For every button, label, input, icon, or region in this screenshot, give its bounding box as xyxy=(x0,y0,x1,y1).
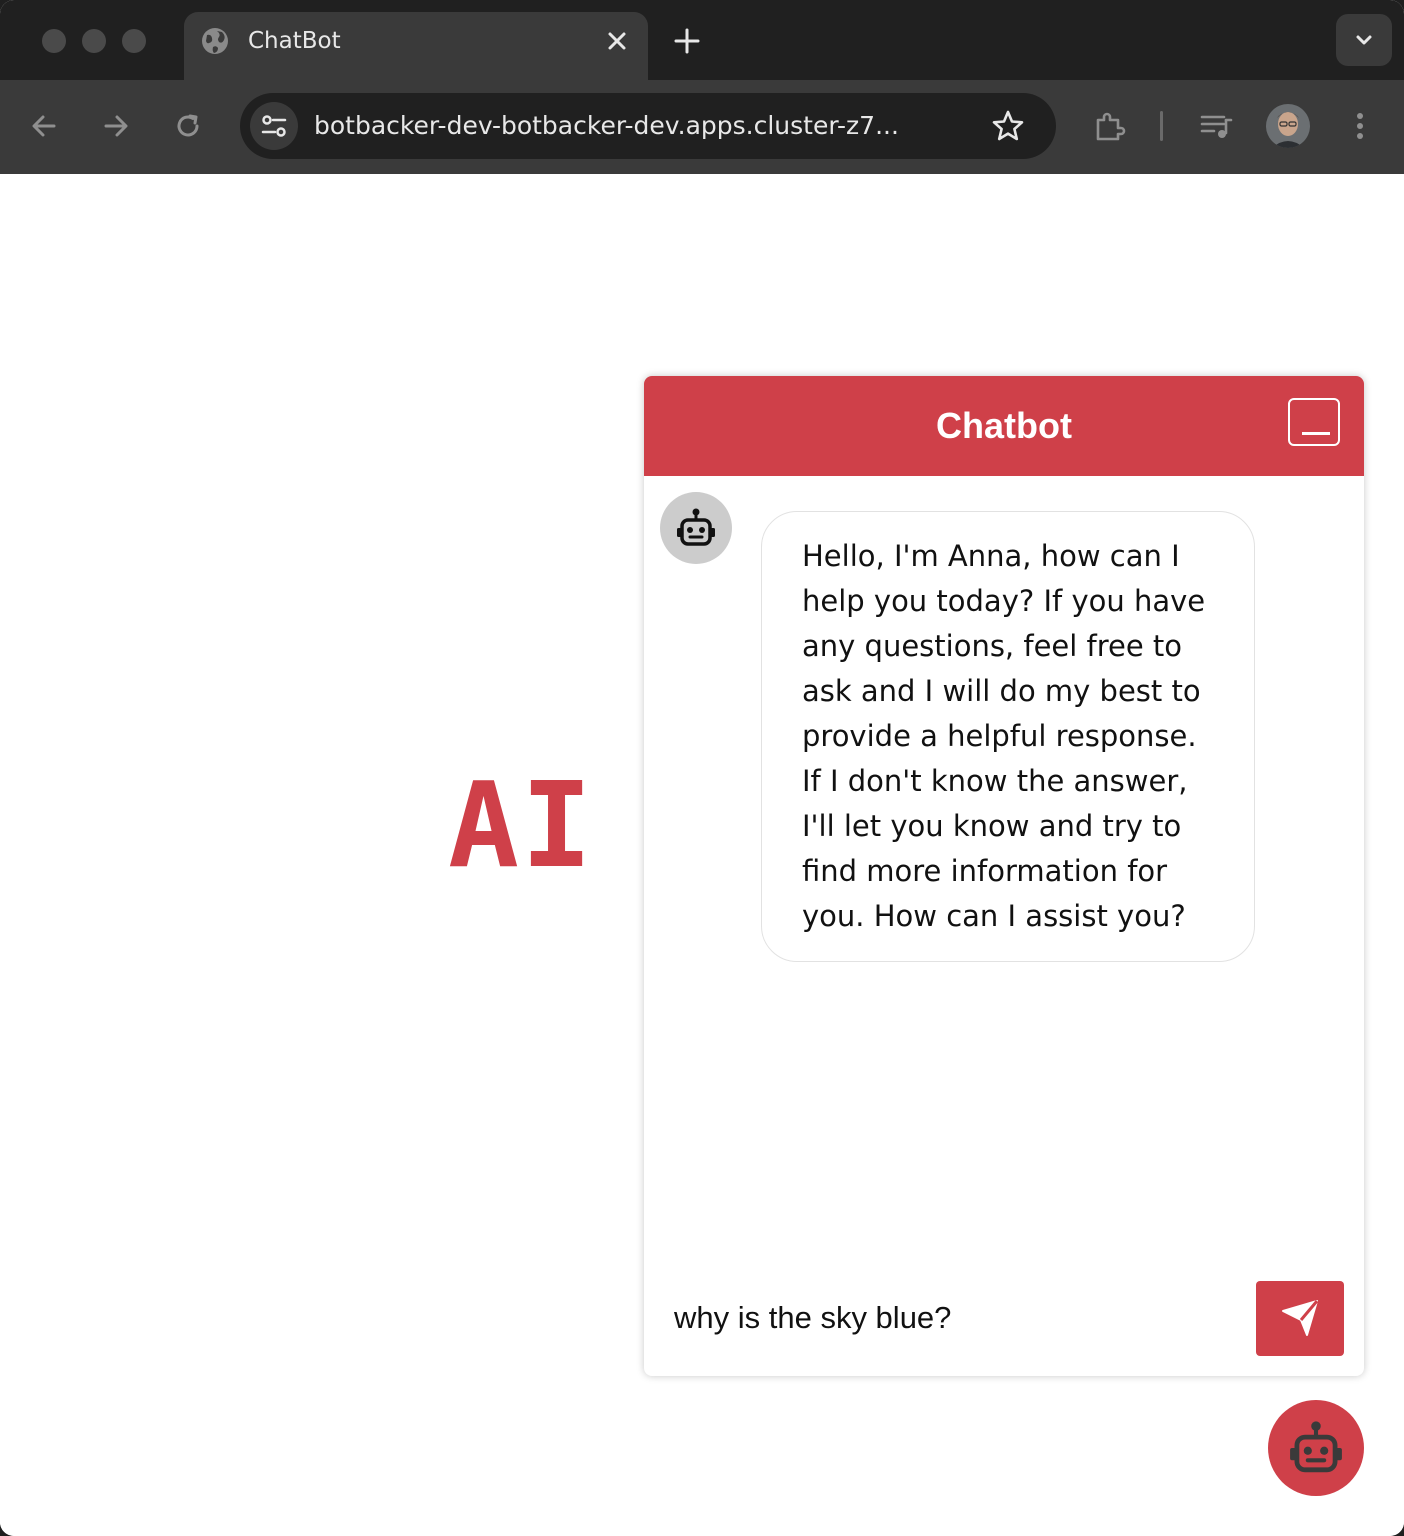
chat-header: Chatbot xyxy=(644,376,1364,476)
chat-input-row xyxy=(644,1276,1364,1376)
close-icon[interactable] xyxy=(602,26,632,56)
puzzle-icon[interactable] xyxy=(1092,108,1128,144)
window-minimize-dot[interactable] xyxy=(82,29,106,53)
chatbot-toggle-button[interactable] xyxy=(1268,1400,1364,1496)
browser-window: ChatBot botbacker-dev-botbacker-dev.apps… xyxy=(0,0,1404,1536)
toolbar-divider xyxy=(1160,111,1163,141)
bot-message-bubble: Hello, I'm Anna, how can I help you toda… xyxy=(761,511,1255,962)
arrow-right-icon[interactable] xyxy=(98,108,134,144)
playlist-icon[interactable] xyxy=(1198,108,1234,144)
address-bar[interactable]: botbacker-dev-botbacker-dev.apps.cluster… xyxy=(240,93,1056,159)
kebab-menu-icon[interactable] xyxy=(1342,108,1378,144)
globe-icon xyxy=(202,28,228,54)
browser-tab[interactable]: ChatBot xyxy=(184,12,648,80)
window-zoom-dot[interactable] xyxy=(122,29,146,53)
arrow-left-icon[interactable] xyxy=(26,108,62,144)
profile-avatar[interactable] xyxy=(1266,104,1310,148)
minimize-button[interactable] xyxy=(1288,398,1340,446)
tab-title: ChatBot xyxy=(248,28,341,54)
chat-input[interactable] xyxy=(674,1296,1234,1340)
browser-toolbar: botbacker-dev-botbacker-dev.apps.cluster… xyxy=(0,80,1404,175)
robot-icon xyxy=(1290,1421,1342,1473)
minimize-icon xyxy=(1302,432,1330,435)
avatar-image xyxy=(1266,104,1310,148)
tune-icon xyxy=(261,115,287,137)
send-icon xyxy=(1282,1300,1319,1336)
star-icon[interactable] xyxy=(990,108,1026,144)
robot-icon xyxy=(677,508,715,546)
chat-title: Chatbot xyxy=(936,405,1072,446)
plus-icon[interactable] xyxy=(670,24,704,58)
url-text[interactable]: botbacker-dev-botbacker-dev.apps.cluster… xyxy=(314,93,899,159)
bot-avatar xyxy=(660,492,732,564)
send-button[interactable] xyxy=(1256,1281,1344,1356)
site-info-button[interactable] xyxy=(250,102,298,150)
reload-icon[interactable] xyxy=(170,108,206,144)
chat-panel: Chatbot Hello, I'm Anna, how can I help … xyxy=(644,376,1364,1376)
tab-strip: ChatBot xyxy=(0,0,1404,80)
window-close-dot[interactable] xyxy=(42,29,66,53)
chevron-down-icon xyxy=(1356,35,1372,45)
tab-search-button[interactable] xyxy=(1336,14,1392,66)
page-content: AI Chatbot Hello, I'm Anna, how can I he… xyxy=(0,174,1404,1536)
ai-logo: AI xyxy=(448,756,595,894)
